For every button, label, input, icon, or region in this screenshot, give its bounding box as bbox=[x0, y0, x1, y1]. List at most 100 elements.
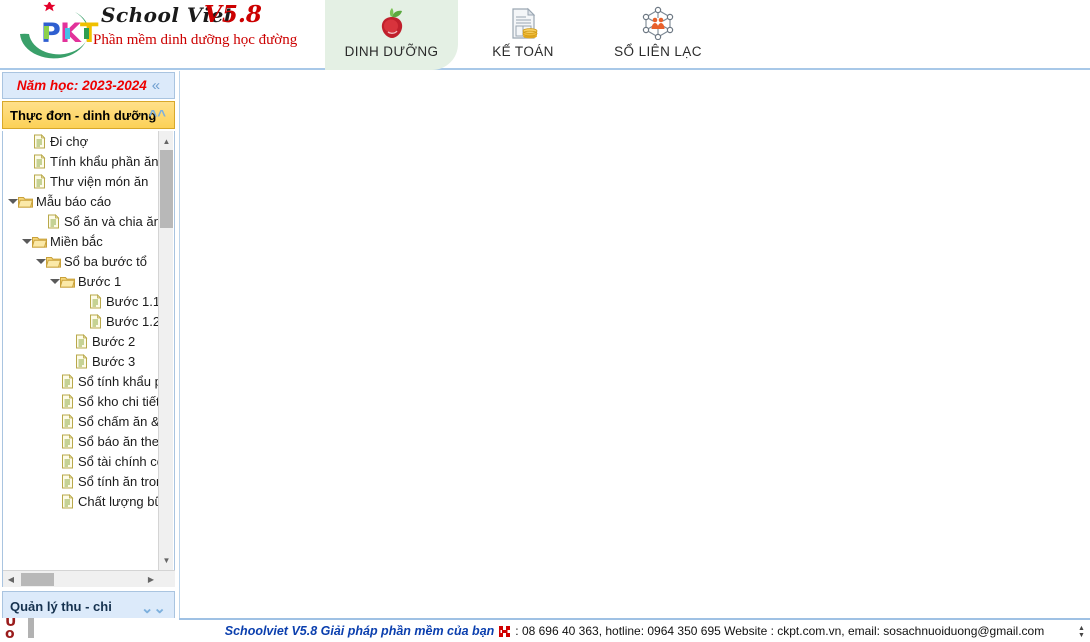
tree-expander-spacer bbox=[49, 476, 60, 487]
folder-icon bbox=[31, 234, 48, 249]
tree-expander-spacer bbox=[49, 456, 60, 467]
footer-spinner[interactable]: ▲ ▼ bbox=[1075, 623, 1088, 641]
sidebar-group-thuc-don[interactable]: Thực đơn - dinh dưỡng ^^ bbox=[2, 101, 175, 129]
spinner-up-icon[interactable]: ▲ bbox=[1078, 625, 1085, 632]
tree-item[interactable]: Mẫu báo cáo bbox=[3, 191, 160, 211]
tab-label: SỔ LIÊN LẠC bbox=[614, 44, 702, 59]
tree-expander-open-icon[interactable] bbox=[7, 196, 18, 207]
tree-expander-spacer bbox=[49, 416, 60, 427]
document-icon bbox=[32, 153, 47, 169]
chevron-double-down-icon[interactable]: ⌄⌄ bbox=[141, 599, 166, 617]
application-window: P K T School Viet V5.8 Phần mềm dinh dưỡ… bbox=[0, 0, 1090, 642]
document-icon bbox=[60, 373, 75, 389]
scroll-down-arrow[interactable]: ▼ bbox=[159, 552, 174, 568]
tree-item[interactable]: Sổ ăn và chia ăn bbox=[3, 211, 160, 231]
spinner-down-icon[interactable]: ▼ bbox=[1078, 632, 1085, 639]
apple-icon bbox=[375, 5, 409, 41]
tree-expander-spacer bbox=[49, 376, 60, 387]
tree-item-label: Sổ tính khẩu p bbox=[78, 373, 160, 389]
document-icon bbox=[60, 433, 75, 449]
tree-item[interactable]: Sổ chấm ăn & bbox=[3, 411, 160, 431]
svg-text:o: o bbox=[5, 626, 15, 638]
tree-item[interactable]: Bước 2 bbox=[3, 331, 160, 351]
tree-vertical-scrollbar[interactable]: ▲ ▼ bbox=[158, 131, 173, 570]
scroll-left-arrow[interactable]: ◀ bbox=[3, 571, 19, 588]
tree-item[interactable]: Bước 1 bbox=[3, 271, 160, 291]
tree-expander-spacer bbox=[63, 356, 74, 367]
tree-expander-open-icon[interactable] bbox=[35, 256, 46, 267]
sidebar-tree-panel: Đi chợ Tính khẩu phần ăn Thư viện món ăn Mẫ… bbox=[2, 131, 175, 587]
tab-so-lien-lac[interactable]: SỔ LIÊN LẠC bbox=[588, 0, 728, 70]
document-icon bbox=[32, 173, 47, 189]
document-icon bbox=[74, 333, 89, 349]
tree-item[interactable]: Đi chợ bbox=[3, 131, 160, 151]
sidebar-group-label: Thực đơn - dinh dưỡng bbox=[10, 107, 157, 123]
tree-item-label: Chất lượng bữ bbox=[78, 493, 160, 509]
tree-item-label: Sổ chấm ăn & bbox=[78, 413, 160, 429]
tree-expander-spacer bbox=[49, 436, 60, 447]
tree-item-label: Bước 3 bbox=[92, 353, 136, 369]
tree-expander-open-icon[interactable] bbox=[49, 276, 60, 287]
tree-horizontal-scrollbar[interactable]: ◀ ▶ bbox=[3, 570, 175, 587]
school-year-label: Năm học: 2023-2024 bbox=[16, 78, 147, 93]
tree-item[interactable]: Thư viện món ăn bbox=[3, 171, 160, 191]
tree-item-label: Bước 2 bbox=[92, 333, 136, 349]
scroll-up-arrow[interactable]: ▲ bbox=[159, 133, 174, 149]
tab-ke-toan[interactable]: KẾ TOÁN bbox=[458, 0, 588, 70]
vertical-scroll-thumb[interactable] bbox=[160, 150, 173, 228]
tree-expander-spacer bbox=[77, 316, 88, 327]
document-icon bbox=[60, 453, 75, 469]
document-icon bbox=[88, 313, 103, 329]
brand-subtitle-text: Phần mềm dinh dưỡng học đường bbox=[93, 32, 298, 48]
horizontal-scroll-thumb[interactable] bbox=[21, 573, 54, 586]
sidebar-group-label: Quản lý thu - chi bbox=[10, 599, 112, 614]
tree-item[interactable]: Sổ tính khẩu p bbox=[3, 371, 160, 391]
tree-item[interactable]: Chất lượng bữ bbox=[3, 491, 160, 511]
document-icon bbox=[60, 393, 75, 409]
tree-item-label: Thư viện món ăn bbox=[50, 173, 149, 189]
app-logo[interactable]: P K T School Viet V5.8 Phần mềm dinh dưỡ… bbox=[8, 1, 308, 64]
tree-expander-spacer bbox=[63, 336, 74, 347]
document-icon bbox=[60, 413, 75, 429]
tree-item-label: Mẫu báo cáo bbox=[36, 193, 112, 209]
document-icon bbox=[60, 473, 75, 489]
tree-expander-spacer bbox=[21, 136, 32, 147]
chevron-double-up-icon[interactable]: ^^ bbox=[148, 107, 166, 124]
tab-dinh-duong[interactable]: DINH DƯỠNG bbox=[325, 0, 458, 70]
tree-expander-open-icon[interactable] bbox=[21, 236, 32, 247]
tree-item[interactable]: Tính khẩu phần ăn bbox=[3, 151, 160, 171]
tree-expander-spacer bbox=[21, 176, 32, 187]
tree-item-label: Sổ ăn và chia ăn bbox=[64, 213, 160, 229]
tree-item[interactable]: Sổ ba bước tổ bbox=[3, 251, 160, 271]
tree-expander-spacer bbox=[49, 396, 60, 407]
sidebar-tree: Đi chợ Tính khẩu phần ăn Thư viện món ăn Mẫ… bbox=[3, 131, 160, 570]
tree-item-label: Bước 1 bbox=[78, 273, 122, 289]
tree-item[interactable]: Sổ tính ăn tron bbox=[3, 471, 160, 491]
tree-item-label: Bước 1.2 bbox=[106, 313, 160, 329]
document-icon bbox=[74, 353, 89, 369]
tree-item[interactable]: Miền bắc bbox=[3, 231, 160, 251]
tree-item[interactable]: Sổ báo ăn the bbox=[3, 431, 160, 451]
brand-version-text: V5.8 bbox=[204, 1, 262, 28]
document-icon bbox=[60, 493, 75, 509]
partial-logo-glyph: U o bbox=[2, 618, 34, 638]
network-people-icon bbox=[641, 5, 675, 41]
tree-item-label: Sổ tài chính cô bbox=[78, 453, 160, 469]
chevron-double-left-icon[interactable]: « bbox=[152, 78, 160, 93]
tree-item[interactable]: Sổ kho chi tiết bbox=[3, 391, 160, 411]
document-icon bbox=[46, 213, 61, 229]
invoice-coins-icon bbox=[506, 5, 540, 41]
school-year-bar[interactable]: Năm học: 2023-2024 « bbox=[2, 72, 175, 99]
main-content-area bbox=[179, 71, 1090, 618]
tab-label: KẾ TOÁN bbox=[492, 44, 554, 59]
tab-label: DINH DƯỠNG bbox=[344, 44, 439, 59]
scroll-right-arrow[interactable]: ▶ bbox=[143, 571, 159, 588]
tree-item[interactable]: Bước 3 bbox=[3, 351, 160, 371]
document-icon bbox=[88, 293, 103, 309]
sidebar: Năm học: 2023-2024 « Thực đơn - dinh dưỡ… bbox=[0, 70, 177, 642]
tree-item[interactable]: Bước 1.2 bbox=[3, 311, 160, 331]
footer-left-stub: U o bbox=[0, 618, 179, 642]
tree-item[interactable]: Sổ tài chính cô bbox=[3, 451, 160, 471]
tree-item[interactable]: Bước 1.1 bbox=[3, 291, 160, 311]
telephone-icon bbox=[498, 624, 511, 639]
